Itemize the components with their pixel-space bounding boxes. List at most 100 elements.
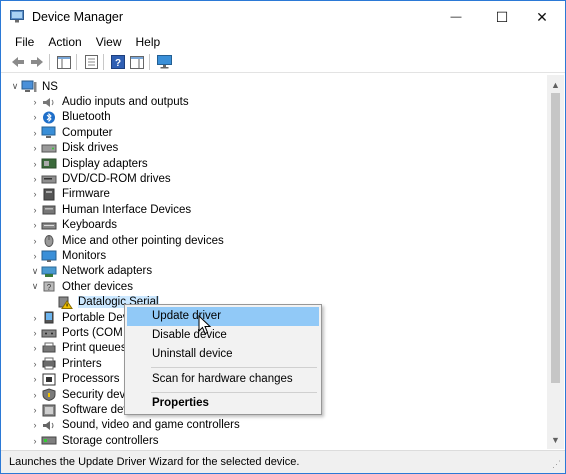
chevron-right-icon[interactable]: › — [29, 220, 41, 230]
toolbar-separator — [76, 54, 77, 70]
tree-category-item[interactable]: › Processors — [29, 372, 120, 387]
tree-item-label: Processors — [62, 373, 120, 386]
forward-arrow-icon — [31, 57, 43, 67]
chevron-right-icon[interactable]: › — [29, 112, 41, 122]
minimize-icon: — — [450, 11, 462, 23]
action-pane-icon — [130, 55, 144, 69]
tree-category-item[interactable]: › Mice and other pointing devices — [29, 233, 224, 248]
chevron-right-icon[interactable]: › — [29, 159, 41, 169]
mouse-icon — [44, 235, 54, 248]
action-pane-button[interactable] — [128, 53, 146, 71]
chevron-right-icon[interactable]: › — [29, 328, 41, 338]
back-button[interactable] — [9, 53, 27, 71]
scan-hardware-toolbar-button[interactable] — [155, 53, 173, 71]
scrollbar-thumb[interactable] — [551, 93, 560, 383]
chevron-right-icon[interactable]: › — [29, 251, 41, 261]
tree-category-item[interactable]: › Sound, video and game controllers — [29, 418, 240, 433]
device-manager-window: Device Manager — ☐ ✕ File Action View He… — [0, 0, 566, 474]
uninstall-device-menu-item[interactable]: Uninstall device — [127, 345, 319, 364]
tree-item-label: Print queues — [62, 342, 127, 355]
tree-category-item[interactable]: › Storage controllers — [29, 433, 159, 447]
vertical-scrollbar[interactable]: ▲ ▼ — [547, 75, 564, 449]
properties-toolbar-button[interactable] — [82, 53, 100, 71]
firmware-icon — [43, 188, 55, 201]
warning-device-icon — [58, 296, 73, 309]
menu-view[interactable]: View — [89, 33, 129, 51]
tree-item-label: DVD/CD-ROM drives — [62, 173, 171, 186]
tree-category-item[interactable]: › Firmware — [29, 187, 110, 202]
tree-category-item[interactable]: › Display adapters — [29, 156, 148, 171]
chevron-right-icon[interactable]: › — [29, 420, 41, 430]
chevron-right-icon[interactable]: › — [29, 374, 41, 384]
menu-bar: File Action View Help — [1, 33, 565, 51]
resize-grip-icon[interactable]: ⋰ — [552, 459, 561, 470]
toolbar: ? — [1, 51, 565, 73]
close-button[interactable]: ✕ — [519, 1, 565, 33]
chevron-right-icon[interactable]: › — [29, 359, 41, 369]
tree-item-label: Firmware — [62, 188, 110, 201]
help-icon: ? — [111, 55, 125, 69]
bluetooth-icon — [43, 111, 55, 124]
tree-category-item[interactable]: › Monitors — [29, 248, 106, 263]
tree-category-item[interactable]: › Human Interface Devices — [29, 202, 192, 217]
tree-category-item[interactable]: › Print queues — [29, 341, 127, 356]
chevron-right-icon[interactable]: › — [29, 205, 41, 215]
menu-help[interactable]: Help — [129, 33, 168, 51]
menu-separator — [151, 392, 317, 393]
sound-controller-icon — [43, 420, 54, 430]
tree-item-label: Network adapters — [62, 265, 153, 278]
chevron-down-icon[interactable]: ∨ — [29, 266, 41, 277]
minimize-button[interactable]: — — [433, 1, 479, 33]
tree-category-item[interactable]: › Computer — [29, 125, 113, 140]
update-driver-menu-item[interactable]: Update driver — [127, 307, 319, 326]
scroll-down-arrow-icon[interactable]: ▼ — [547, 432, 564, 448]
chevron-right-icon[interactable]: › — [29, 189, 41, 199]
title-bar[interactable]: Device Manager — ☐ ✕ — [1, 1, 565, 33]
computer-icon — [41, 126, 56, 139]
scroll-up-arrow-icon[interactable]: ▲ — [547, 77, 564, 93]
properties-menu-item[interactable]: Properties — [127, 394, 319, 413]
help-toolbar-button[interactable]: ? — [109, 53, 127, 71]
tree-category-item[interactable]: › DVD/CD-ROM drives — [29, 171, 171, 186]
chevron-right-icon[interactable]: › — [29, 174, 41, 184]
tree-item-label: Computer — [62, 126, 113, 139]
tree-category-item[interactable]: ∨? Other devices — [29, 279, 133, 294]
toolbar-separator — [149, 54, 150, 70]
disable-device-menu-item[interactable]: Disable device — [127, 326, 319, 345]
chevron-down-icon[interactable]: ∨ — [29, 281, 41, 292]
chevron-right-icon[interactable]: › — [29, 97, 41, 107]
tree-category-item[interactable]: › Printers — [29, 356, 102, 371]
chevron-right-icon[interactable]: › — [29, 390, 41, 400]
printer-icon — [42, 357, 56, 370]
tree-root[interactable]: ∨ NS — [9, 79, 58, 94]
tree-category-item[interactable]: › Disk drives — [29, 141, 119, 156]
menu-separator — [151, 367, 317, 368]
network-adapter-icon — [41, 266, 57, 277]
chevron-down-icon[interactable]: ∨ — [9, 81, 21, 92]
menu-file[interactable]: File — [1, 33, 41, 51]
forward-button[interactable] — [28, 53, 46, 71]
chevron-right-icon[interactable]: › — [29, 405, 41, 415]
tree-item-label: Display adapters — [62, 157, 148, 170]
show-hide-console-tree-button[interactable] — [55, 53, 73, 71]
toolbar-separator — [103, 54, 104, 70]
tree-category-item[interactable]: › Keyboards — [29, 218, 117, 233]
chevron-right-icon[interactable]: › — [29, 436, 41, 446]
tree-item-label: Mice and other pointing devices — [62, 234, 224, 247]
chevron-right-icon[interactable]: › — [29, 236, 41, 246]
svg-text:?: ? — [115, 58, 121, 69]
software-device-icon — [42, 404, 56, 417]
menu-action[interactable]: Action — [41, 33, 88, 51]
tree-category-item[interactable]: › Audio inputs and outputs — [29, 94, 189, 109]
tree-category-item[interactable]: › Bluetooth — [29, 110, 111, 125]
tree-category-item[interactable]: ∨ Network adapters — [29, 264, 152, 279]
scan-hardware-menu-item[interactable]: Scan for hardware changes — [127, 370, 319, 389]
chevron-right-icon[interactable]: › — [29, 343, 41, 353]
chevron-right-icon[interactable]: › — [29, 128, 41, 138]
status-text: Launches the Update Driver Wizard for th… — [9, 456, 300, 468]
chevron-right-icon[interactable]: › — [29, 313, 41, 323]
chevron-right-icon[interactable]: › — [29, 143, 41, 153]
storage-controller-icon — [41, 436, 57, 445]
portable-device-icon — [44, 311, 54, 324]
processor-icon — [42, 373, 56, 386]
